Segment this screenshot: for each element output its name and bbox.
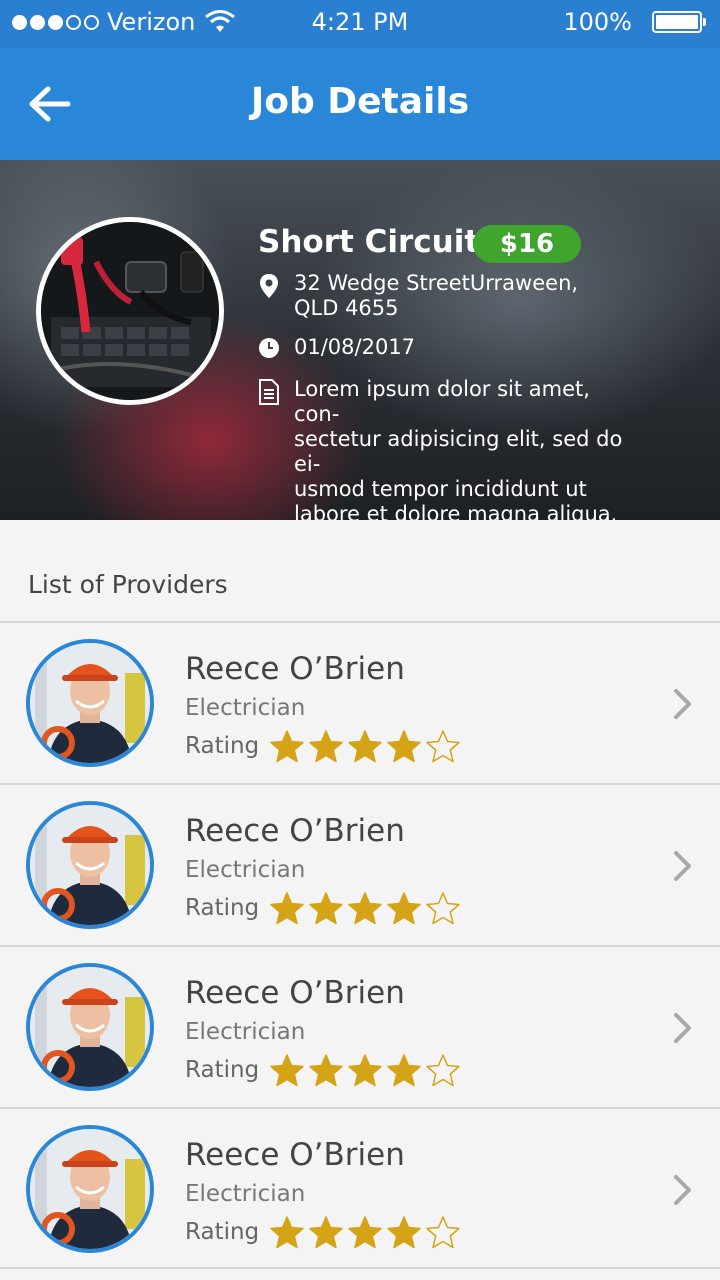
star-filled-icon xyxy=(387,1216,421,1249)
document-icon xyxy=(258,377,280,520)
star-filled-icon xyxy=(348,730,382,763)
star-filled-icon xyxy=(309,1054,343,1087)
star-filled-icon xyxy=(387,892,421,925)
provider-role: Electrician xyxy=(185,695,306,721)
provider-row[interactable]: Reece O’Brien Electrician Rating xyxy=(0,621,720,783)
job-header: Short Circuit $16 32 Wedge StreetUrrawee… xyxy=(0,160,720,520)
description-line: sectetur adipisicing elit, sed do ei- xyxy=(294,427,623,476)
star-filled-icon xyxy=(270,1054,304,1087)
star-filled-icon xyxy=(387,1054,421,1087)
chevron-right-icon xyxy=(674,851,691,881)
description-line: Lorem ipsum dolor sit amet, con- xyxy=(294,377,590,426)
description-line: usmod tempor incididunt ut xyxy=(294,477,587,501)
battery-fill xyxy=(656,15,698,29)
provider-name: Reece O’Brien xyxy=(185,975,405,1011)
rating-stars xyxy=(269,1053,461,1087)
provider-row[interactable]: Reece O’Brien Electrician Rating xyxy=(0,945,720,1107)
star-empty-icon xyxy=(426,1216,460,1249)
job-date: 01/08/2017 xyxy=(294,335,416,359)
rating-stars xyxy=(269,729,461,763)
rating-label: Rating xyxy=(185,895,260,921)
rating-label: Rating xyxy=(185,733,260,759)
provider-rating: Rating xyxy=(185,1053,461,1087)
avatar xyxy=(26,639,154,767)
provider-name: Reece O’Brien xyxy=(185,651,405,687)
star-filled-icon xyxy=(348,1054,382,1087)
job-date-row: 01/08/2017 xyxy=(258,335,634,365)
job-title: Short Circuit xyxy=(258,224,480,260)
app-bar: Job Details xyxy=(0,48,720,160)
provider-rating: Rating xyxy=(185,891,461,925)
provider-row[interactable]: Reece O’Brien Electrician Rating xyxy=(0,1107,720,1269)
description-line: labore et dolore magna aliqua. Ut xyxy=(294,502,618,520)
job-address-line1: 32 Wedge StreetUrraween, xyxy=(294,271,579,295)
avatar xyxy=(26,801,154,929)
provider-role: Electrician xyxy=(185,857,306,883)
provider-role: Electrician xyxy=(185,1019,306,1045)
star-filled-icon xyxy=(348,1216,382,1249)
provider-role: Electrician xyxy=(185,1181,306,1207)
star-filled-icon xyxy=(309,892,343,925)
status-right: 100% xyxy=(563,8,706,36)
job-description: Lorem ipsum dolor sit amet, con- sectetu… xyxy=(294,377,634,520)
provider-name: Reece O’Brien xyxy=(185,1137,405,1173)
star-filled-icon xyxy=(270,892,304,925)
chevron-right-icon xyxy=(674,689,691,719)
provider-name: Reece O’Brien xyxy=(185,813,405,849)
job-address-row: 32 Wedge StreetUrraween, QLD 4655 xyxy=(258,271,634,321)
star-filled-icon xyxy=(309,730,343,763)
rating-label: Rating xyxy=(185,1057,260,1083)
star-filled-icon xyxy=(270,730,304,763)
avatar xyxy=(26,1125,154,1253)
provider-rating: Rating xyxy=(185,1215,461,1249)
chevron-right-icon xyxy=(674,1175,691,1205)
battery-percent: 100% xyxy=(563,8,632,36)
clock-icon xyxy=(258,335,280,365)
status-bar: Verizon 4:21 PM 100% xyxy=(0,0,720,48)
providers-section-title: List of Providers xyxy=(28,570,228,599)
rating-stars xyxy=(269,1215,461,1249)
job-description-row: Lorem ipsum dolor sit amet, con- sectetu… xyxy=(258,377,634,520)
star-empty-icon xyxy=(426,892,460,925)
star-empty-icon xyxy=(426,730,460,763)
chevron-right-icon xyxy=(674,1013,691,1043)
star-empty-icon xyxy=(426,1054,460,1087)
provider-rating: Rating xyxy=(185,729,461,763)
job-photo xyxy=(36,217,224,405)
provider-row[interactable]: Reece O’Brien Electrician Rating xyxy=(0,783,720,945)
star-filled-icon xyxy=(387,730,421,763)
avatar xyxy=(26,963,154,1091)
rating-stars xyxy=(269,891,461,925)
rating-label: Rating xyxy=(185,1219,260,1245)
battery-icon xyxy=(652,11,706,33)
providers-list: Reece O’Brien Electrician Rating Reece O… xyxy=(0,621,720,1269)
star-filled-icon xyxy=(270,1216,304,1249)
job-address-line2: QLD 4655 xyxy=(294,296,399,320)
star-filled-icon xyxy=(309,1216,343,1249)
location-pin-icon xyxy=(258,271,280,321)
price-badge: $16 xyxy=(473,225,581,263)
page-title: Job Details xyxy=(250,81,470,122)
star-filled-icon xyxy=(348,892,382,925)
